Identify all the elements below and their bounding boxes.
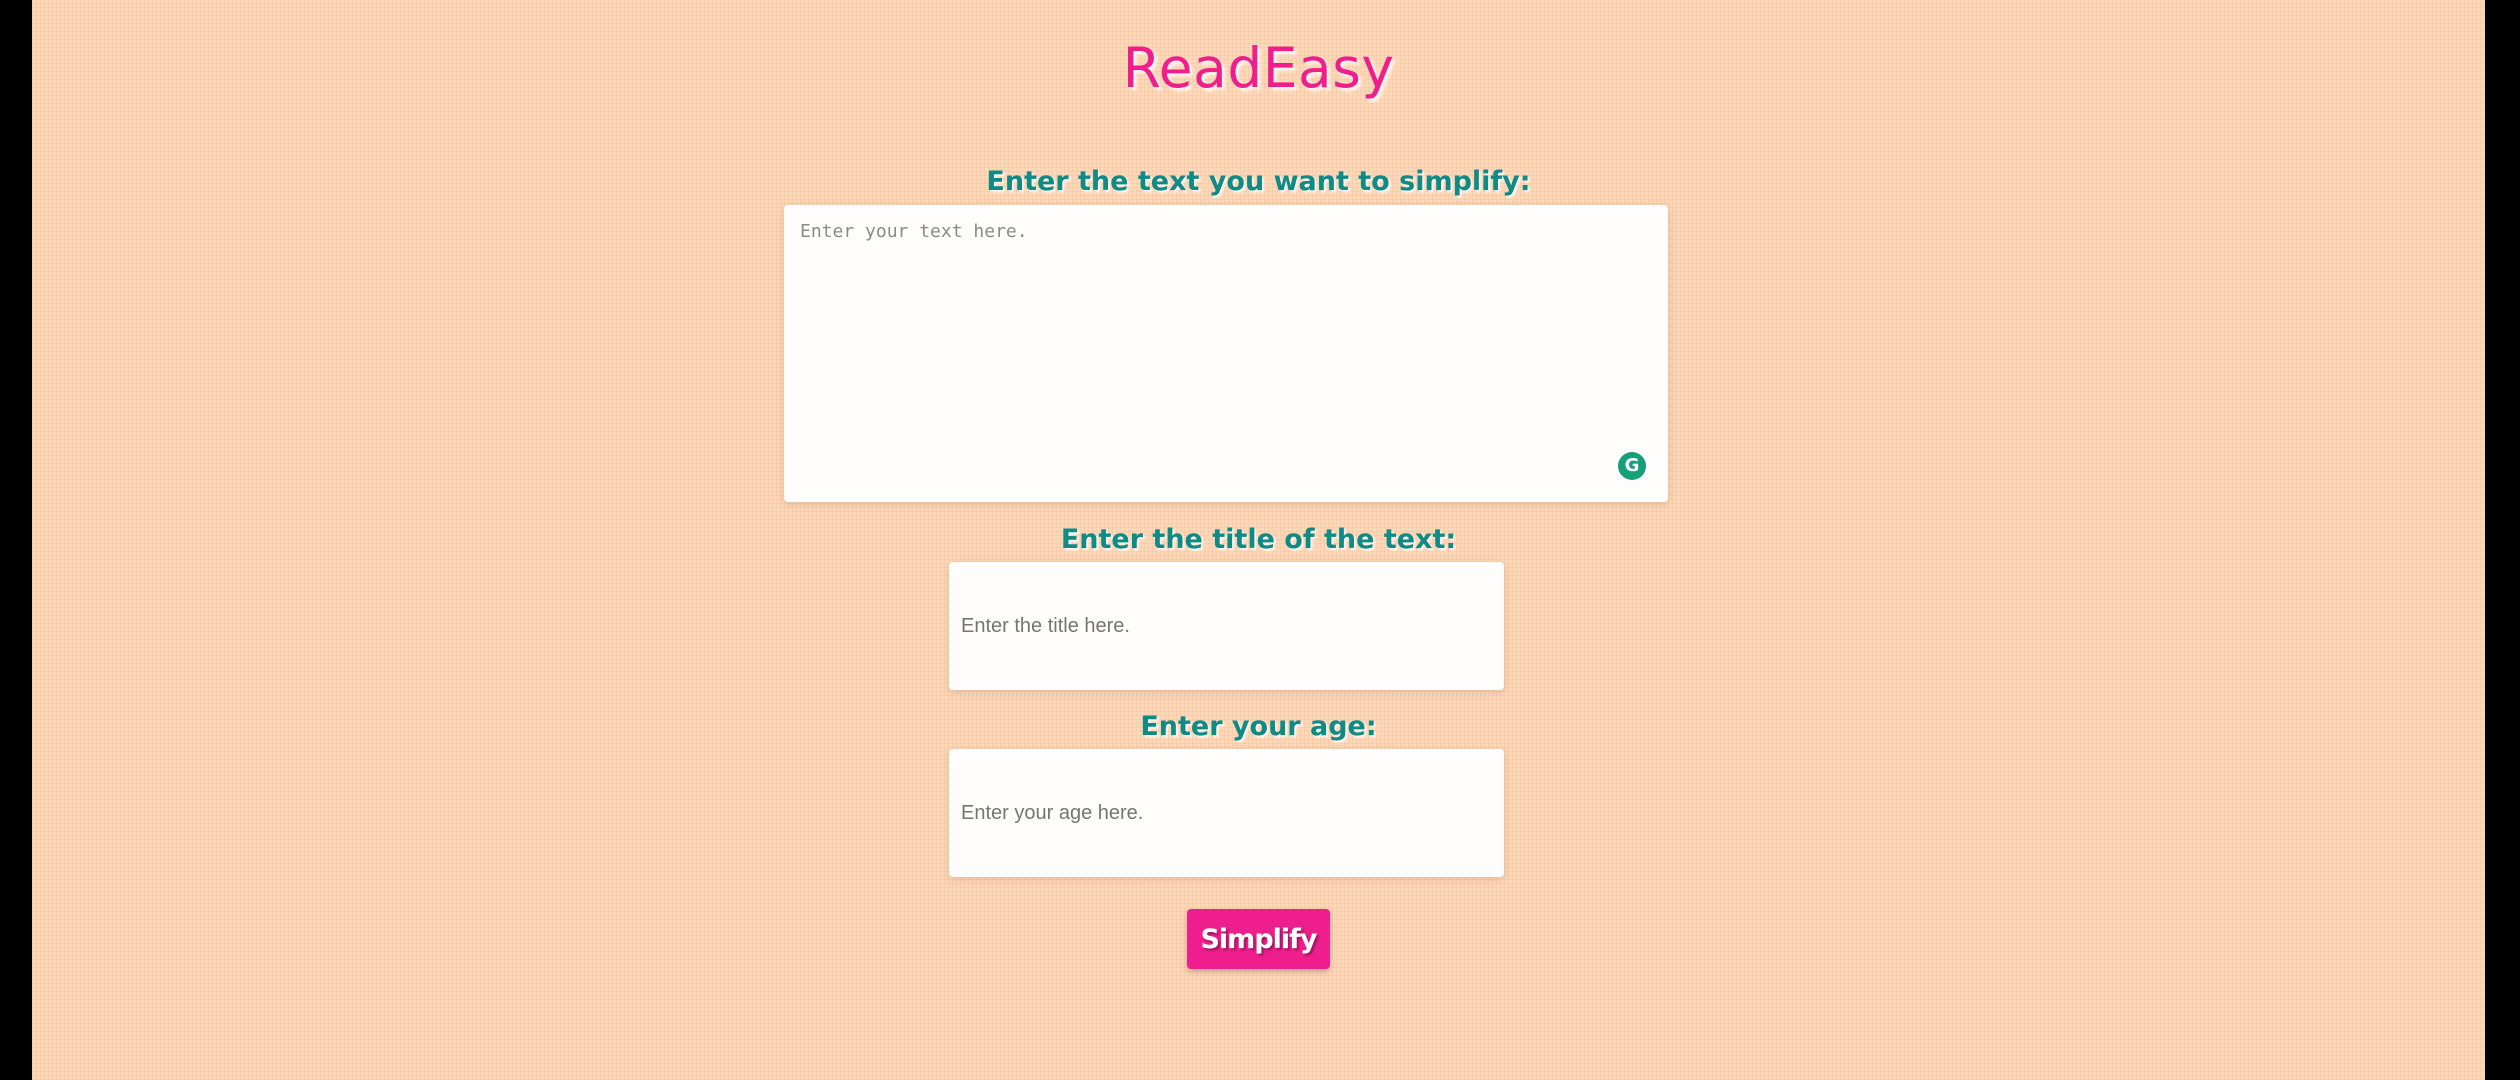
left-letterbox [0, 0, 32, 1080]
simplify-button[interactable]: Simplify [1187, 909, 1330, 969]
grammar-assistant-icon[interactable]: G [1618, 452, 1646, 480]
age-input-label: Enter your age: [1140, 711, 1377, 742]
text-to-simplify-input[interactable] [784, 205, 1668, 502]
text-input-label: Enter the text you want to simplify: [986, 166, 1531, 197]
title-input[interactable] [949, 562, 1504, 690]
age-input[interactable] [949, 749, 1504, 877]
right-letterbox [2485, 0, 2520, 1080]
app-title: ReadEasy [1122, 36, 1395, 100]
title-input-label: Enter the title of the text: [1060, 524, 1457, 555]
